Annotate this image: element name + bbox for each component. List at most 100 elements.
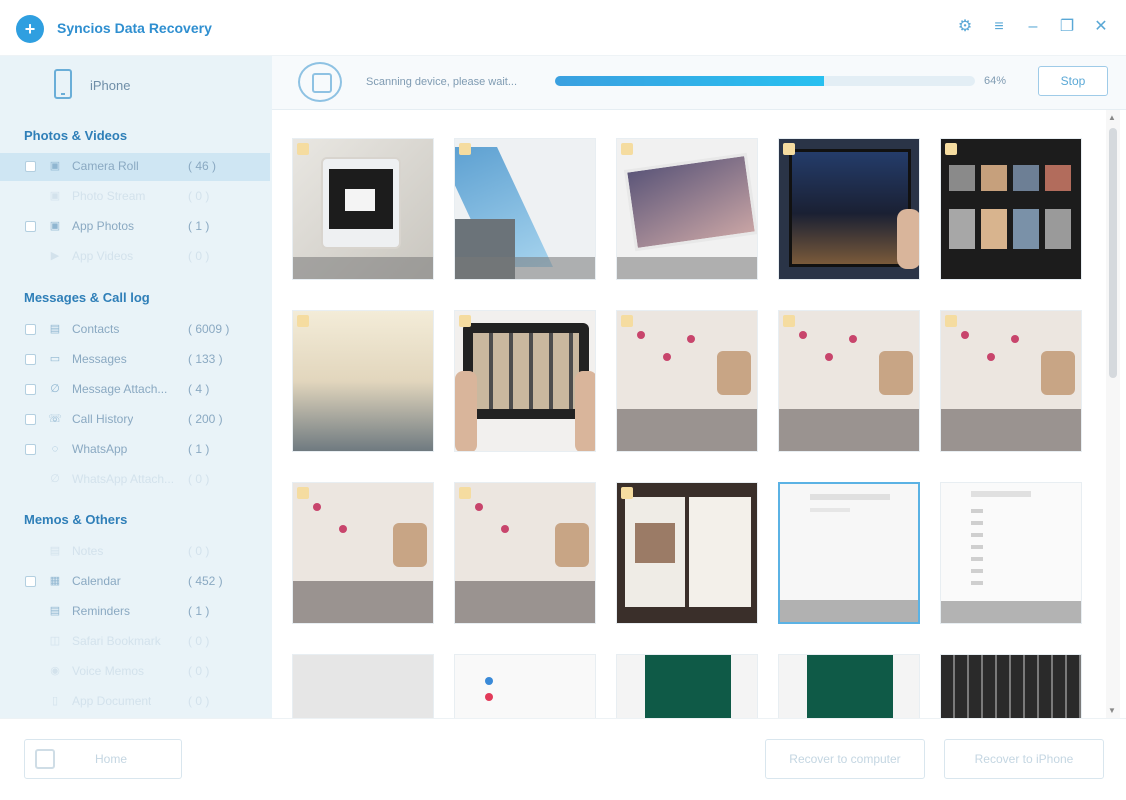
item-count: ( 4 )	[188, 382, 210, 396]
photo-thumbnail[interactable]	[616, 482, 758, 624]
sidebar-item-whatsapp-attachments[interactable]: ∅ WhatsApp Attach... ( 0 )	[0, 466, 270, 494]
sidebar-item-voice-memos[interactable]: ◉ Voice Memos ( 0 )	[0, 658, 270, 686]
checkbox[interactable]	[25, 576, 36, 587]
item-count: ( 46 )	[188, 159, 217, 173]
photo-thumbnail[interactable]	[778, 138, 920, 280]
photo-checkbox[interactable]	[783, 143, 795, 155]
photo-checkbox[interactable]	[621, 487, 633, 499]
sidebar-item-messages[interactable]: ▭ Messages ( 133 )	[0, 346, 270, 374]
photo-thumbnail[interactable]	[940, 482, 1082, 624]
photo-thumbnail[interactable]	[616, 138, 758, 280]
sidebar-item-whatsapp[interactable]: ◌ WhatsApp ( 1 )	[0, 436, 270, 464]
scan-progress-fill	[555, 76, 824, 86]
photo-thumbnail[interactable]	[940, 138, 1082, 280]
photo-thumbnail[interactable]	[940, 310, 1082, 452]
photo-thumbnail[interactable]	[454, 654, 596, 718]
photo-thumbnail[interactable]	[454, 482, 596, 624]
menu-icon[interactable]: ≡	[988, 16, 1010, 38]
device-header[interactable]: iPhone	[0, 56, 272, 116]
photo-thumbnail-selected[interactable]	[778, 482, 920, 624]
item-label: Reminders	[72, 604, 131, 618]
phone-call-icon: ☏	[48, 413, 62, 425]
iphone-icon	[54, 69, 72, 99]
sidebar-item-camera-roll[interactable]: ▣ Camera Roll ( 46 )	[0, 153, 270, 181]
scroll-thumb[interactable]	[1109, 128, 1117, 378]
item-label: App Document	[72, 694, 152, 708]
scroll-down-icon[interactable]: ▼	[1108, 706, 1116, 715]
device-scan-icon	[298, 62, 342, 102]
item-count: ( 0 )	[188, 189, 210, 203]
photo-checkbox[interactable]	[459, 487, 471, 499]
item-count: ( 0 )	[188, 249, 210, 263]
device-name: iPhone	[90, 78, 131, 93]
sidebar-item-contacts[interactable]: ▤ Contacts ( 6009 )	[0, 316, 270, 344]
checkbox[interactable]	[25, 414, 36, 425]
photo-caption	[617, 257, 757, 279]
sidebar-item-notes[interactable]: ▤ Notes ( 0 )	[0, 538, 270, 566]
sidebar-item-calendar[interactable]: ▦ Calendar ( 452 )	[0, 568, 270, 596]
settings-icon[interactable]: ⚙	[954, 16, 976, 38]
sidebar-item-app-videos[interactable]: ▶ App Videos ( 0 )	[0, 243, 270, 271]
minimize-icon[interactable]: –	[1022, 16, 1044, 38]
checkbox[interactable]	[25, 324, 36, 335]
photo-checkbox[interactable]	[297, 315, 309, 327]
app-title: Syncios Data Recovery	[57, 20, 212, 36]
checkbox[interactable]	[25, 161, 36, 172]
recover-to-iphone-button[interactable]: Recover to iPhone	[944, 739, 1104, 779]
photo-thumbnail[interactable]	[778, 654, 920, 718]
vertical-scrollbar[interactable]: ▲ ▼	[1106, 110, 1120, 718]
photo-thumbnail[interactable]	[616, 654, 758, 718]
item-count: ( 1 )	[188, 604, 210, 618]
app-logo-icon: +	[16, 15, 44, 43]
photo-checkbox[interactable]	[459, 143, 471, 155]
photo-thumbnail[interactable]	[292, 482, 434, 624]
photo-checkbox[interactable]	[621, 143, 633, 155]
sidebar-item-reminders[interactable]: ▤ Reminders ( 1 )	[0, 598, 270, 626]
item-count: ( 200 )	[188, 412, 223, 426]
checkbox[interactable]	[25, 354, 36, 365]
scan-status-bar: Scanning device, please wait... 64% Stop	[272, 56, 1126, 110]
restore-icon[interactable]: ❐	[1056, 16, 1078, 38]
photo-checkbox[interactable]	[459, 315, 471, 327]
sidebar-item-safari-bookmark[interactable]: ◫ Safari Bookmark ( 0 )	[0, 628, 270, 656]
photo-thumbnail[interactable]	[292, 310, 434, 452]
photo-thumbnail[interactable]	[778, 310, 920, 452]
sidebar-item-app-document[interactable]: ▯ App Document ( 0 )	[0, 688, 270, 716]
window-controls: ⚙ ≡ – ❐ ✕	[954, 16, 1112, 38]
title-bar: + Syncios Data Recovery ⚙ ≡ – ❐ ✕	[0, 0, 1126, 56]
stop-button[interactable]: Stop	[1038, 66, 1108, 96]
photo-checkbox[interactable]	[297, 487, 309, 499]
item-label: WhatsApp	[72, 442, 128, 456]
photo-thumbnail[interactable]	[292, 138, 434, 280]
photo-checkbox[interactable]	[945, 315, 957, 327]
home-button[interactable]: Home	[24, 739, 182, 779]
sidebar-item-photo-stream[interactable]: ▣ Photo Stream ( 0 )	[0, 183, 270, 211]
photo-thumbnail[interactable]	[940, 654, 1082, 718]
recover-to-computer-button[interactable]: Recover to computer	[765, 739, 925, 779]
photo-thumbnail[interactable]	[616, 310, 758, 452]
bottom-bar: Home Recover to computer Recover to iPho…	[0, 718, 1126, 800]
checkbox[interactable]	[25, 384, 36, 395]
sidebar-item-message-attachments[interactable]: ∅ Message Attach... ( 4 )	[0, 376, 270, 404]
close-icon[interactable]: ✕	[1090, 16, 1112, 38]
photo-caption	[780, 600, 918, 622]
item-count: ( 1 )	[188, 442, 210, 456]
item-label: Photo Stream	[72, 189, 146, 203]
photo-checkbox[interactable]	[783, 315, 795, 327]
sidebar-item-call-history[interactable]: ☏ Call History ( 200 )	[0, 406, 270, 434]
checkbox[interactable]	[25, 221, 36, 232]
calendar-icon: ▦	[49, 575, 61, 587]
photo-checkbox[interactable]	[621, 315, 633, 327]
whatsapp-attachment-icon: ∅	[50, 473, 60, 485]
item-label: Call History	[72, 412, 134, 426]
photo-thumbnail[interactable]	[454, 138, 596, 280]
sidebar-item-app-photos[interactable]: ▣ App Photos ( 1 )	[0, 213, 270, 241]
photo-checkbox[interactable]	[945, 143, 957, 155]
item-count: ( 1 )	[188, 219, 210, 233]
photo-thumbnail[interactable]	[292, 654, 434, 718]
scroll-up-icon[interactable]: ▲	[1108, 113, 1116, 122]
photo-thumbnail[interactable]	[454, 310, 596, 452]
checkbox[interactable]	[25, 444, 36, 455]
photo-checkbox[interactable]	[297, 143, 309, 155]
photo-caption	[941, 601, 1081, 623]
